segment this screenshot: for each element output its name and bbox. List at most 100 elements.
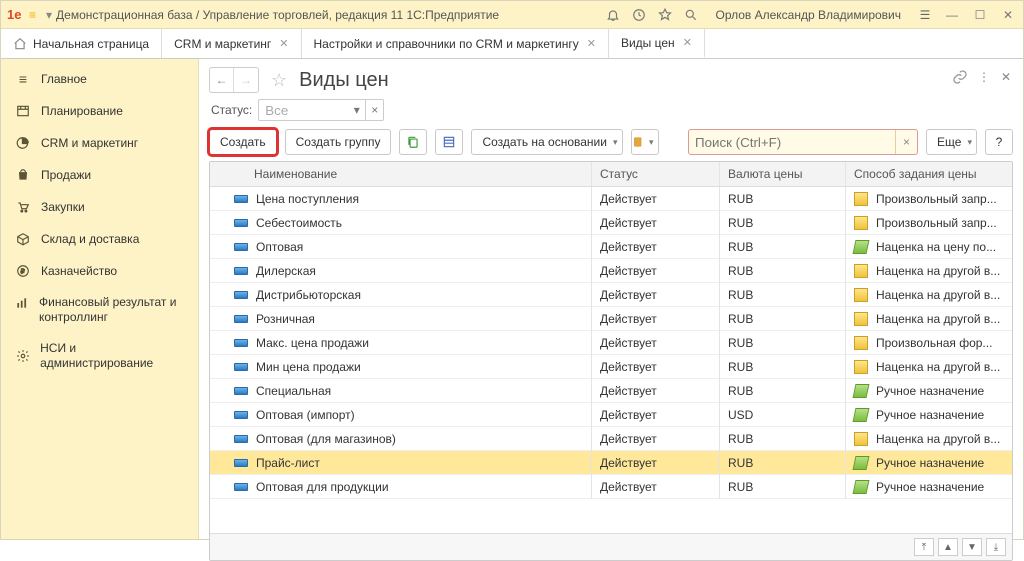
sidebar-item-treasury[interactable]: ₽Казначейство [1,255,198,287]
row-name: Специальная [256,384,331,398]
back-button[interactable]: ← [210,68,234,92]
svg-text:1e: 1e [7,7,21,22]
row-method: Произвольная фор... [876,336,992,350]
table-row[interactable]: СебестоимостьДействуетRUBПроизвольный за… [210,211,1012,235]
table-row[interactable]: ДистрибьюторскаяДействуетRUBНаценка на д… [210,283,1012,307]
row-name: Себестоимость [256,216,342,230]
scroll-down-button[interactable]: ▼ [962,538,982,556]
table-row[interactable]: Оптовая (импорт)ДействуетUSDРучное назна… [210,403,1012,427]
star-icon[interactable] [657,7,673,23]
table-row[interactable]: Оптовая для продукцииДействуетRUBРучное … [210,475,1012,499]
minimize-button[interactable]: — [943,6,961,24]
table-row[interactable]: РозничнаяДействуетRUBНаценка на другой в… [210,307,1012,331]
scroll-bottom-button[interactable]: ⤓ [986,538,1006,556]
planning-icon [15,103,31,119]
close-form-icon[interactable]: ✕ [1001,70,1011,84]
search-input[interactable] [689,130,895,154]
menu-icon: ≡ [15,71,31,87]
favorite-icon[interactable]: ☆ [271,70,287,91]
bars-icon [15,295,29,311]
tab-label: Виды цен [621,36,675,50]
row-method: Наценка на другой в... [876,288,1000,302]
kebab-icon[interactable]: ⋮ [978,70,991,84]
close-icon[interactable]: ✕ [683,36,692,49]
row-method: Ручное назначение [876,456,984,470]
content: ← → ☆ Виды цен ⋮ ✕ Статус: ▾ × Создать С… [199,59,1023,539]
close-icon[interactable]: ✕ [587,37,596,50]
sidebar-item-planning[interactable]: Планирование [1,95,198,127]
tab-home[interactable]: Начальная страница [1,29,162,58]
sidebar-item-finance[interactable]: Финансовый результат и контроллинг [1,287,198,333]
table-row[interactable]: ОптоваяДействуетRUBНаценка на цену по... [210,235,1012,259]
create-button[interactable]: Создать [209,129,277,155]
reports-button[interactable]: ▾ [631,129,659,155]
row-name: Оптовая (для магазинов) [256,432,396,446]
user-menu-icon[interactable]: ☰ [917,7,933,23]
table-row[interactable]: ДилерскаяДействуетRUBНаценка на другой в… [210,259,1012,283]
row-currency: RUB [720,307,846,331]
row-method: Ручное назначение [876,480,984,494]
list-mode-button[interactable] [435,129,463,155]
create-group-button[interactable]: Создать группу [285,129,392,155]
forward-button[interactable]: → [234,68,258,92]
user-name[interactable]: Орлов Александр Владимирович [715,8,901,22]
tab-label: CRM и маркетинг [174,37,271,51]
scroll-up-button[interactable]: ▲ [938,538,958,556]
search-icon[interactable] [683,7,699,23]
sidebar-item-crm[interactable]: CRM и маркетинг [1,127,198,159]
table-row[interactable]: Мин цена продажиДействуетRUBНаценка на д… [210,355,1012,379]
create-based-on-button[interactable]: Создать на основании▾ [471,129,622,155]
app-logo: 1e ≡ [7,6,36,24]
clear-search-icon[interactable]: × [895,130,917,154]
scroll-top-button[interactable]: ⤒ [914,538,934,556]
copy-button[interactable] [399,129,427,155]
close-icon[interactable]: ✕ [279,37,288,50]
col-currency[interactable]: Валюта цены [720,162,846,186]
search-field[interactable]: × [688,129,918,155]
row-name: Оптовая (импорт) [256,408,355,422]
method-icon [854,288,868,302]
table-row[interactable]: Оптовая (для магазинов)ДействуетRUBНацен… [210,427,1012,451]
sidebar-item-admin[interactable]: НСИ и администрирование [1,333,198,379]
table-row[interactable]: СпециальнаяДействуетRUBРучное назначение [210,379,1012,403]
close-button[interactable]: ✕ [999,6,1017,24]
bell-icon[interactable] [605,7,621,23]
item-icon [234,339,248,347]
col-name[interactable]: Наименование [210,162,592,186]
row-currency: RUB [720,379,846,403]
maximize-button[interactable]: ☐ [971,6,989,24]
method-icon [854,264,868,278]
more-button[interactable]: Еще▾ [926,129,977,155]
chevron-down-icon[interactable]: ▾ [348,99,366,121]
row-currency: RUB [720,235,846,259]
col-method[interactable]: Способ задания цены [846,162,1012,186]
row-name: Розничная [256,312,315,326]
item-icon [234,243,248,251]
table-row[interactable]: Прайс-листДействуетRUBРучное назначение [210,451,1012,475]
history-icon[interactable] [631,7,647,23]
table-row[interactable]: Макс. цена продажиДействуетRUBПроизвольн… [210,331,1012,355]
sidebar-item-warehouse[interactable]: Склад и доставка [1,223,198,255]
sidebar-item-purchases[interactable]: Закупки [1,191,198,223]
item-icon [234,387,248,395]
row-method: Ручное назначение [876,384,984,398]
tab-settings-crm[interactable]: Настройки и справочники по CRM и маркети… [302,29,609,58]
row-currency: RUB [720,475,846,499]
row-status: Действует [592,283,720,307]
item-icon [234,363,248,371]
status-input[interactable] [258,99,348,121]
tab-price-types[interactable]: Виды цен ✕ [609,29,705,58]
help-button[interactable]: ? [985,129,1013,155]
clear-icon[interactable]: × [366,99,384,121]
sidebar-item-sales[interactable]: Продажи [1,159,198,191]
table-row[interactable]: Цена поступленияДействуетRUBПроизвольный… [210,187,1012,211]
dropdown-icon[interactable]: ▾ [46,8,52,22]
col-status[interactable]: Статус [592,162,720,186]
link-icon[interactable] [952,69,968,85]
sidebar-item-main[interactable]: ≡Главное [1,63,198,95]
row-status: Действует [592,187,720,211]
row-status: Действует [592,331,720,355]
tab-crm[interactable]: CRM и маркетинг ✕ [162,29,301,58]
method-icon [853,480,870,494]
row-name: Дилерская [256,264,316,278]
